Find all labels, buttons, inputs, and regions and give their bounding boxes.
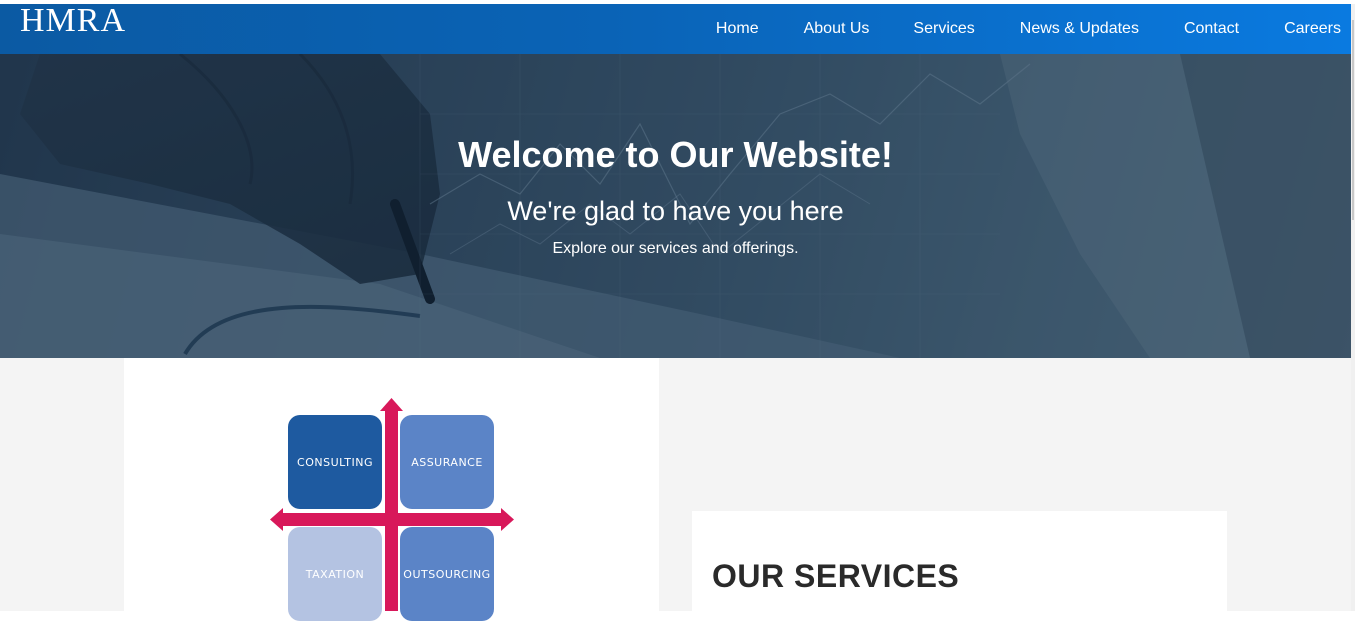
taxation-tile[interactable]: TAXATION bbox=[288, 527, 382, 621]
hero-subtitle: We're glad to have you here bbox=[507, 196, 844, 226]
main-nav: Home About Us Services News & Updates Co… bbox=[716, 4, 1351, 54]
site-logo[interactable]: HMRA bbox=[20, 4, 126, 38]
nav-services[interactable]: Services bbox=[913, 14, 974, 44]
outsourcing-tile[interactable]: OUTSOURCING bbox=[400, 527, 494, 621]
assurance-tile[interactable]: ASSURANCE bbox=[400, 415, 494, 509]
nav-contact[interactable]: Contact bbox=[1184, 14, 1239, 44]
our-services-heading: OUR SERVICES bbox=[712, 558, 960, 594]
scrollbar-thumb[interactable] bbox=[1352, 20, 1354, 220]
hero-tagline: Explore our services and offerings. bbox=[552, 240, 799, 257]
nav-careers[interactable]: Careers bbox=[1284, 14, 1341, 44]
hero-title: Welcome to Our Website! bbox=[458, 134, 893, 175]
consulting-tile[interactable]: CONSULTING bbox=[288, 415, 382, 509]
nav-home[interactable]: Home bbox=[716, 14, 759, 44]
nav-about-us[interactable]: About Us bbox=[804, 14, 870, 44]
nav-news-updates[interactable]: News & Updates bbox=[1020, 14, 1139, 44]
top-navbar: HMRA Home About Us Services News & Updat… bbox=[0, 4, 1351, 54]
hero-banner: Welcome to Our Website! We're glad to ha… bbox=[0, 54, 1351, 358]
